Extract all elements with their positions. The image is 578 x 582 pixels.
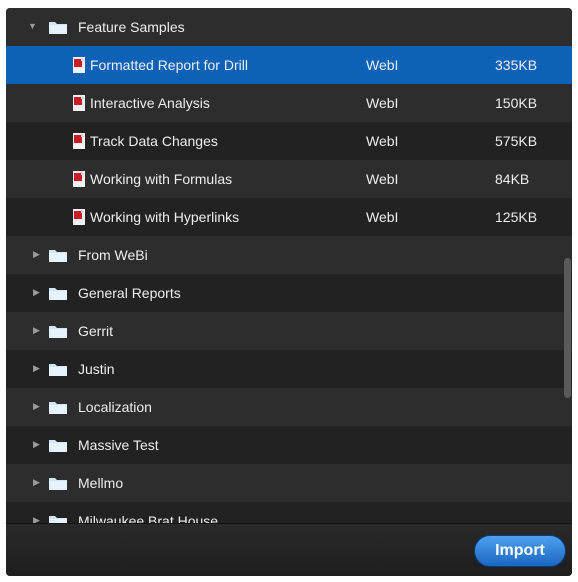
document-row[interactable]: Working with Formulas WebI 84KB [6, 160, 572, 198]
document-name: Track Data Changes [90, 133, 218, 149]
document-size: 125KB [495, 209, 538, 225]
webi-report-icon [73, 209, 85, 225]
import-button[interactable]: Import [474, 535, 566, 567]
folder-icon [49, 440, 67, 452]
collapsed-triangle-icon[interactable]: ▶ [33, 249, 40, 260]
document-type: WebI [366, 171, 399, 187]
document-size: 335KB [495, 57, 538, 73]
folder-row[interactable]: ▶ Justin [6, 350, 572, 388]
collapsed-triangle-icon[interactable]: ▶ [33, 401, 40, 412]
document-row[interactable]: Formatted Report for Drill WebI 335KB [6, 46, 572, 84]
document-browser-panel: ▼ Feature Samples Formatted Report for D… [6, 8, 572, 576]
folder-label: Gerrit [78, 323, 113, 339]
folder-label: Massive Test [78, 437, 159, 453]
file-list: ▼ Feature Samples Formatted Report for D… [6, 8, 572, 524]
folder-label: Justin [78, 361, 115, 377]
webi-report-icon [73, 171, 85, 187]
document-type: WebI [366, 57, 399, 73]
collapsed-triangle-icon[interactable]: ▶ [33, 477, 40, 488]
document-type: WebI [366, 95, 399, 111]
document-size: 150KB [495, 95, 538, 111]
folder-label: General Reports [78, 285, 181, 301]
document-type: WebI [366, 133, 399, 149]
webi-report-icon [73, 133, 85, 149]
collapsed-triangle-icon[interactable]: ▶ [33, 287, 40, 298]
folder-icon [49, 364, 67, 376]
document-size: 84KB [495, 171, 530, 187]
collapsed-triangle-icon[interactable]: ▶ [33, 439, 40, 450]
document-name: Working with Hyperlinks [90, 209, 240, 225]
scrollbar-thumb[interactable] [564, 258, 571, 398]
document-name: Formatted Report for Drill [90, 57, 248, 73]
folder-row[interactable]: ▶ Massive Test [6, 426, 572, 464]
document-name: Interactive Analysis [90, 95, 210, 111]
folder-label: From WeBi [78, 247, 148, 263]
folder-row-feature-samples[interactable]: ▼ Feature Samples [6, 8, 572, 46]
collapsed-triangle-icon[interactable]: ▶ [33, 363, 40, 374]
folder-icon [49, 326, 67, 338]
folder-label: Mellmo [78, 475, 124, 491]
document-type: WebI [366, 209, 399, 225]
folder-row[interactable]: ▶ Gerrit [6, 312, 572, 350]
folder-icon [49, 250, 67, 262]
folder-row[interactable]: ▶ Mellmo [6, 464, 572, 502]
folder-row[interactable]: ▶ Localization [6, 388, 572, 426]
webi-report-icon [73, 57, 85, 73]
document-row[interactable]: Working with Hyperlinks WebI 125KB [6, 198, 572, 236]
document-row[interactable]: Interactive Analysis WebI 150KB [6, 84, 572, 122]
folder-icon [49, 288, 67, 300]
folder-icon [49, 22, 67, 34]
collapsed-triangle-icon[interactable]: ▶ [33, 325, 40, 336]
folder-row[interactable]: ▶ General Reports [6, 274, 572, 312]
folder-row[interactable]: ▶ From WeBi [6, 236, 572, 274]
folder-icon [49, 402, 67, 414]
document-name: Working with Formulas [90, 171, 233, 187]
folder-label: Localization [78, 399, 152, 415]
folder-label: Feature Samples [78, 19, 185, 35]
document-size: 575KB [495, 133, 538, 149]
document-row[interactable]: Track Data Changes WebI 575KB [6, 122, 572, 160]
footer-bar: Import [6, 523, 572, 576]
expanded-triangle-icon[interactable]: ▼ [28, 21, 37, 31]
folder-row[interactable]: ▶ Milwaukee Brat House [6, 502, 572, 524]
webi-report-icon [73, 95, 85, 111]
folder-icon [49, 478, 67, 490]
